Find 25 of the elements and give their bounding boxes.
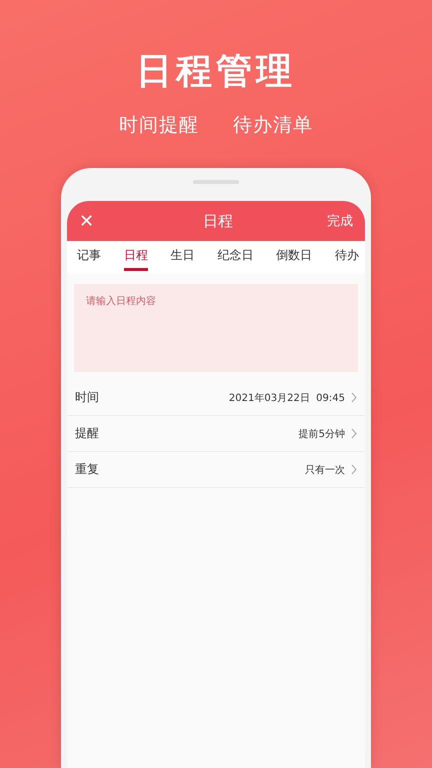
category-tab[interactable]: 日程 bbox=[124, 243, 148, 271]
setting-value: 只有一次 bbox=[305, 464, 345, 476]
close-button[interactable]: ✕ bbox=[79, 210, 109, 232]
chevron-right-icon bbox=[351, 464, 357, 475]
setting-value: 2021年03月22日 09:45 bbox=[228, 392, 345, 404]
category-tab[interactable]: 倒数日 bbox=[276, 243, 312, 271]
category-tab[interactable]: 纪念日 bbox=[217, 243, 254, 271]
tagline: 待办清单 bbox=[233, 113, 313, 138]
headline: 日程管理 bbox=[136, 50, 296, 94]
content-input[interactable]: 请输入日程内容 bbox=[74, 284, 358, 372]
setting-label: 提醒 bbox=[75, 425, 99, 442]
setting-value: 提前5分钟 bbox=[298, 428, 345, 440]
setting-row[interactable]: 提醒 提前5分钟 bbox=[67, 416, 365, 452]
category-tab[interactable]: 记事 bbox=[77, 243, 101, 271]
setting-row[interactable]: 时间 2021年03月22日 09:45 bbox=[67, 380, 365, 416]
tagline: 时间提醒 bbox=[119, 113, 199, 138]
done-button[interactable]: 完成 bbox=[327, 212, 353, 230]
category-tab[interactable]: 生日 bbox=[170, 243, 195, 271]
setting-row[interactable]: 重复 只有一次 bbox=[67, 452, 365, 488]
chevron-right-icon bbox=[351, 428, 357, 439]
chevron-right-icon bbox=[351, 392, 357, 403]
setting-label: 时间 bbox=[75, 389, 99, 406]
screen-title: 日程 bbox=[203, 212, 233, 230]
category-tab[interactable]: 待办 bbox=[334, 243, 359, 271]
setting-label: 重复 bbox=[75, 461, 99, 478]
